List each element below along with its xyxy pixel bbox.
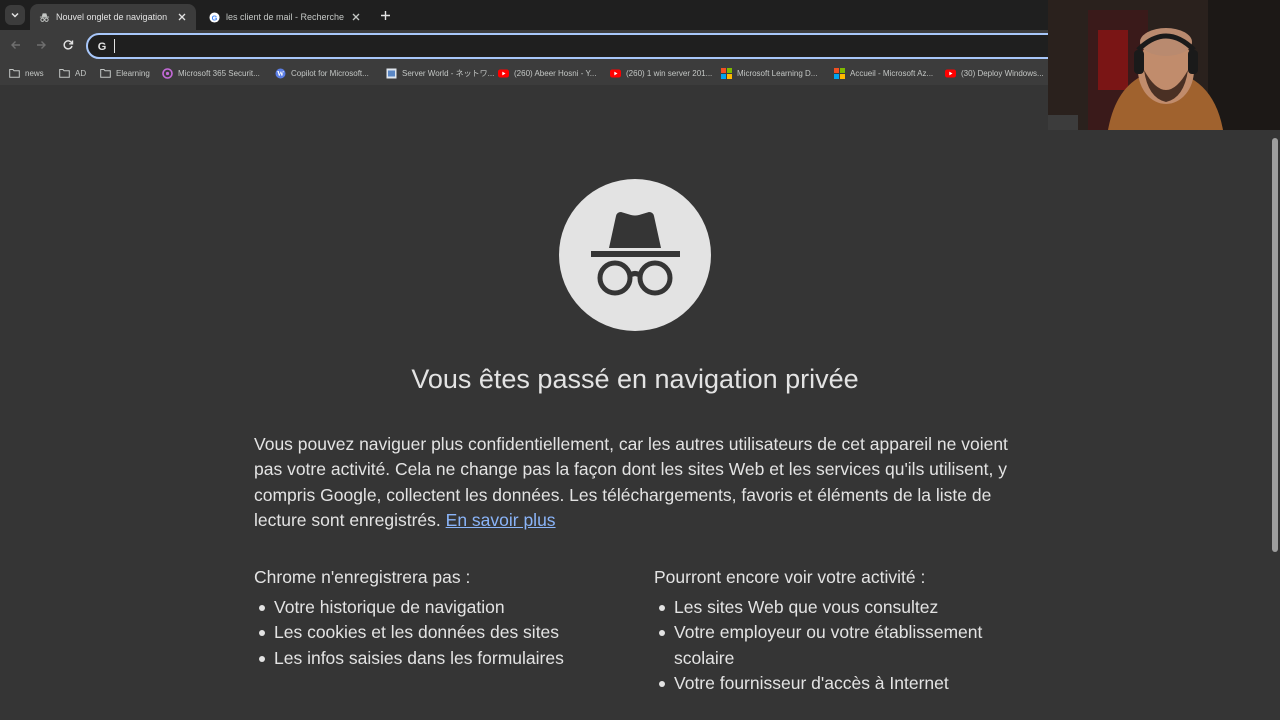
scrollbar-thumb[interactable] [1272, 138, 1278, 552]
bookmark-server-world[interactable]: Server World - ネットワ... [386, 66, 494, 80]
section-heading: Pourront encore voir votre activité : [654, 567, 926, 587]
chrome-wont-save-section: Chrome n'enregistrera pas : Votre histor… [254, 565, 634, 671]
incognito-icon [559, 179, 711, 331]
youtube-icon [945, 68, 956, 79]
activity-visible-list: Les sites Web que vous consultez Votre e… [654, 595, 1014, 697]
youtube-icon [498, 68, 509, 79]
bookmark-accueil-azure[interactable]: Accueil - Microsoft Az... [834, 66, 933, 80]
bookmark-abeer-hosni[interactable]: (260) Abeer Hosni - Y... [498, 66, 596, 80]
plus-icon [380, 10, 390, 20]
bookmark-label: Microsoft 365 Securit... [178, 68, 260, 78]
bookmark-copilot[interactable]: W Copilot for Microsoft... [275, 66, 369, 80]
list-item: Votre historique de navigation [254, 595, 634, 620]
incognito-icon [38, 11, 50, 23]
list-item: Les infos saisies dans les formulaires [254, 646, 634, 671]
toolbar: G [0, 30, 1076, 61]
close-icon[interactable] [176, 11, 188, 23]
google-icon: G [95, 39, 109, 53]
arrow-right-icon [37, 41, 46, 49]
learn-more-link[interactable]: En savoir plus [446, 510, 556, 530]
bookmark-label: Accueil - Microsoft Az... [850, 68, 934, 78]
youtube-icon [610, 68, 621, 79]
folder-icon [9, 68, 20, 79]
bookmark-label: Microsoft Learning D... [737, 68, 818, 78]
tab-title: Nouvel onglet de navigation privée [56, 12, 170, 22]
microsoft-icon [834, 67, 845, 79]
list-item: Les cookies et les données des sites [254, 620, 634, 645]
address-input[interactable] [114, 37, 1054, 55]
intro-text: Vous pouvez naviguer plus confidentielle… [254, 432, 1026, 534]
folder-icon [100, 68, 111, 79]
activity-visible-section: Pourront encore voir votre activité : Le… [654, 565, 1014, 697]
google-icon: G [208, 11, 220, 23]
bookmark-news[interactable]: news [9, 66, 44, 80]
tab-title: les client de mail - Recherche Google [226, 12, 344, 22]
list-item: Votre fournisseur d'accès à Internet [654, 671, 1014, 696]
tab-incognito[interactable]: Nouvel onglet de navigation privée [30, 4, 196, 30]
close-icon[interactable] [350, 11, 362, 23]
back-button[interactable] [9, 38, 23, 52]
folder-icon [59, 68, 70, 79]
intro-body: Vous pouvez naviguer plus confidentielle… [254, 434, 1008, 531]
bookmark-label: (260) Abeer Hosni - Y... [514, 68, 597, 78]
bookmark-label: news [25, 68, 44, 78]
bookmark-label: Elearning [116, 68, 150, 78]
m365-icon [162, 67, 173, 79]
bookmarks-bar: news AD Elearning Microsoft 365 Securit.… [0, 61, 1050, 85]
webcam-overlay [1048, 0, 1280, 130]
page-title: Vous êtes passé en navigation privée [411, 364, 859, 394]
tab-search-button[interactable] [5, 5, 25, 25]
bookmark-label: (260) 1 win server 201... [626, 68, 713, 78]
arrow-left-icon [11, 41, 20, 49]
reload-icon [63, 40, 74, 50]
microsoft-icon [721, 67, 732, 79]
forward-button[interactable] [34, 38, 48, 52]
bookmark-label: AD [75, 68, 87, 78]
bookmark-label: Server World - ネットワ... [402, 68, 495, 78]
scrollbar[interactable] [1270, 130, 1280, 720]
svg-text:G: G [211, 13, 217, 22]
svg-text:W: W [277, 70, 284, 78]
bookmark-label: (30) Deploy Windows... [961, 68, 1044, 78]
list-item: Les sites Web que vous consultez [654, 595, 1014, 620]
bookmark-ad[interactable]: AD [59, 66, 86, 80]
webcam-person-image [1048, 0, 1280, 130]
bookmark-label: Copilot for Microsoft... [291, 68, 369, 78]
bookmark-win-server[interactable]: (260) 1 win server 201... [610, 66, 712, 80]
wont-save-list: Votre historique de navigation Les cooki… [254, 595, 634, 671]
address-bar[interactable]: G [86, 33, 1076, 59]
bookmark-deploy-windows[interactable]: (30) Deploy Windows... [945, 66, 1044, 80]
bookmark-elearning[interactable]: Elearning [100, 66, 150, 80]
section-heading: Chrome n'enregistrera pas : [254, 567, 471, 587]
bookmark-microsoft-learning[interactable]: Microsoft Learning D... [721, 66, 817, 80]
new-tab-button[interactable] [377, 7, 393, 23]
bookmark-m365-security[interactable]: Microsoft 365 Securit... [162, 66, 260, 80]
chevron-down-icon [11, 12, 19, 18]
serverworld-icon [386, 68, 397, 79]
list-item: Votre employeur ou votre établissement s… [654, 620, 1014, 671]
tab-google-search[interactable]: G les client de mail - Recherche Google [200, 4, 370, 30]
svg-text:G: G [98, 41, 107, 53]
wordpress-icon: W [275, 68, 286, 79]
reload-button[interactable] [61, 38, 75, 52]
